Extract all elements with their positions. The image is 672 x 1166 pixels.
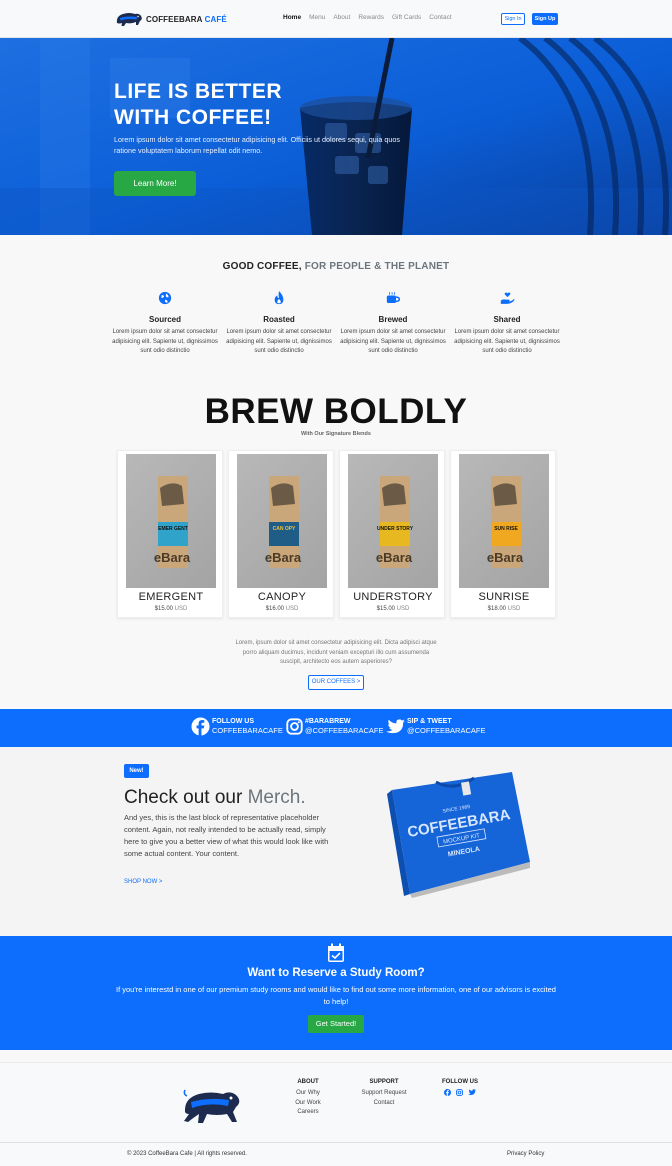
svg-text:eBara: eBara bbox=[376, 550, 413, 565]
our-coffees-button[interactable]: OUR COFFEES > bbox=[308, 675, 364, 690]
footer-link-our-why[interactable]: Our Why bbox=[286, 1089, 330, 1099]
svg-text:SUN RISE: SUN RISE bbox=[494, 526, 518, 532]
footer-bottom-bar bbox=[0, 1142, 672, 1166]
feature-sourced: Sourced Lorem ipsum dolor sit amet conse… bbox=[109, 289, 221, 357]
merch-title: Check out our Merch. bbox=[124, 787, 306, 808]
brew-subheading: With Our Signature Blends bbox=[301, 431, 371, 437]
instagram-icon[interactable] bbox=[456, 1089, 463, 1096]
footer-link-our-work[interactable]: Our Work bbox=[286, 1099, 330, 1109]
footer-link-support-request[interactable]: Support Request bbox=[354, 1089, 414, 1099]
reserve-text: If you're interestd in one of our premiu… bbox=[116, 985, 556, 1006]
social-twitter[interactable]: SIP & TWEET @COFFEEBARACAFE bbox=[386, 717, 485, 736]
cup-icon bbox=[337, 289, 449, 307]
hero-title: LIFE IS BETTER WITH COFFEE! bbox=[114, 80, 283, 129]
footer-support: SUPPORT Support Request Contact bbox=[354, 1079, 414, 1108]
reserve-title: Want to Reserve a Study Room? bbox=[247, 967, 425, 979]
coffee-bag-image: UNDER STORY eBara bbox=[348, 454, 438, 588]
footer-about: ABOUT Our Why Our Work Careers bbox=[286, 1079, 330, 1118]
footer-capybara-logo-icon bbox=[183, 1089, 240, 1123]
social-instagram[interactable]: #BARABREW @COFFEEBARACAFE bbox=[286, 717, 383, 736]
product-name: CANOPY bbox=[257, 591, 307, 603]
fire-icon bbox=[223, 289, 335, 307]
social-bar: FOLLOW US COFFEEBARACAFE #BARABREW @COFFEE… bbox=[0, 709, 672, 747]
coffees-description: Lorem, ipsum dolor sit amet consectetur … bbox=[235, 640, 437, 666]
learn-more-button[interactable]: Learn More! bbox=[114, 171, 196, 196]
nav-link-gift-cards[interactable]: Gift Cards bbox=[392, 14, 421, 21]
footer-follow: FOLLOW US bbox=[438, 1079, 482, 1096]
merch-text: And yes, this is the last block of repre… bbox=[124, 813, 329, 858]
nav-link-about[interactable]: About bbox=[333, 14, 350, 21]
sign-up-button[interactable]: Sign Up bbox=[532, 13, 558, 25]
get-started-button[interactable]: Get Started! bbox=[308, 1015, 364, 1033]
social-facebook[interactable]: FOLLOW US COFFEEBARACAFE bbox=[191, 717, 283, 736]
coffee-bag-image: SUN RISE eBara bbox=[459, 454, 549, 588]
copyright-text: © 2023 CoffeeBara Cafe | All rights rese… bbox=[127, 1151, 247, 1157]
svg-text:eBara: eBara bbox=[154, 550, 191, 565]
feature-brewed: Brewed Lorem ipsum dolor sit amet consec… bbox=[337, 289, 449, 357]
facebook-icon bbox=[191, 717, 210, 736]
product-name: UNDERSTORY bbox=[353, 591, 433, 603]
svg-text:eBara: eBara bbox=[487, 550, 524, 565]
facebook-icon[interactable] bbox=[444, 1089, 451, 1096]
nav-link-rewards[interactable]: Rewards bbox=[358, 14, 384, 21]
product-price: $15.00 USD bbox=[376, 606, 410, 612]
product-card-emergent[interactable]: EMER GENT eBara EMERGENT $15.00 USD bbox=[117, 450, 223, 618]
capybara-logo-icon bbox=[116, 13, 142, 26]
product-card-sunrise[interactable]: SUN RISE eBara SUNRISE $18.00 USD bbox=[450, 450, 556, 618]
nav-link-menu[interactable]: Menu bbox=[309, 14, 325, 21]
svg-text:UNDER STORY: UNDER STORY bbox=[377, 526, 414, 532]
instagram-icon bbox=[286, 718, 303, 735]
product-card-canopy[interactable]: CAN OPY eBara CANOPY $16.00 USD bbox=[228, 450, 334, 618]
feature-roasted: Roasted Lorem ipsum dolor sit amet conse… bbox=[223, 289, 335, 357]
brand-logo[interactable]: COFFEEBARA CAFÉ bbox=[114, 7, 227, 31]
footer-link-contact[interactable]: Contact bbox=[354, 1099, 414, 1109]
privacy-policy-link[interactable]: Privacy Policy bbox=[507, 1151, 544, 1157]
good-coffee-heading: GOOD COFFEE, FOR PEOPLE & THE PLANET bbox=[222, 261, 450, 272]
sign-in-button[interactable]: Sign In bbox=[501, 13, 525, 25]
coffee-bag-image: EMER GENT eBara bbox=[126, 454, 216, 588]
feature-shared: Shared Lorem ipsum dolor sit amet consec… bbox=[451, 289, 563, 357]
brew-boldly-heading: BREW BOLDLY bbox=[204, 392, 468, 431]
shop-now-link[interactable]: SHOP NOW > bbox=[124, 879, 162, 885]
hero-subtitle: Lorem ipsum dolor sit amet consectetur a… bbox=[114, 135, 400, 155]
navbar: COFFEEBARA CAFÉ Home Menu About Rewards … bbox=[0, 0, 672, 38]
tshirt-image: SINCE 1989 COFFEEBARA MOCKUP KIT MINEOLA bbox=[387, 772, 530, 898]
product-name: EMERGENT bbox=[138, 591, 204, 603]
product-price: $18.00 USD bbox=[487, 606, 521, 612]
nav-links: Home Menu About Rewards Gift Cards Conta… bbox=[283, 14, 452, 21]
product-name: SUNRISE bbox=[478, 591, 530, 603]
product-price: $16.00 USD bbox=[265, 606, 299, 612]
twitter-icon[interactable] bbox=[468, 1089, 476, 1096]
twitter-icon bbox=[386, 718, 405, 733]
globe-icon bbox=[109, 289, 221, 307]
nav-link-home[interactable]: Home bbox=[283, 14, 301, 21]
brand-name: COFFEEBARA CAFÉ bbox=[146, 14, 227, 24]
svg-text:eBara: eBara bbox=[265, 550, 302, 565]
hero-banner: LIFE IS BETTER WITH COFFEE! Lorem ipsum … bbox=[0, 38, 672, 235]
product-price: $15.00 USD bbox=[154, 606, 188, 612]
reserve-section: Want to Reserve a Study Room? If you're … bbox=[0, 936, 672, 1050]
nav-link-contact[interactable]: Contact bbox=[429, 14, 451, 21]
calendar-check-icon bbox=[328, 943, 344, 962]
merch-section bbox=[0, 747, 672, 936]
coffee-bag-image: CAN OPY eBara bbox=[237, 454, 327, 588]
product-card-understory[interactable]: UNDER STORY eBara UNDERSTORY $15.00 USD bbox=[339, 450, 445, 618]
svg-text:EMER GENT: EMER GENT bbox=[158, 526, 188, 532]
new-badge: New! bbox=[124, 764, 149, 778]
svg-text:CAN OPY: CAN OPY bbox=[273, 526, 296, 532]
hand-heart-icon bbox=[451, 289, 563, 307]
footer-link-careers[interactable]: Careers bbox=[286, 1108, 330, 1118]
